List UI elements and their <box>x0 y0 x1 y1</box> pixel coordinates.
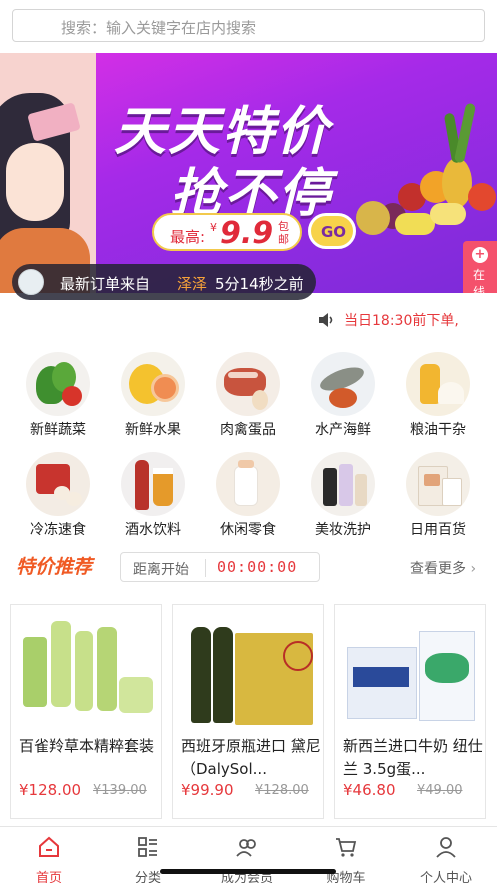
product-image <box>17 613 155 733</box>
product-name: 新西兰进口牛奶 纽仕兰 3.5g蛋... <box>343 737 483 778</box>
price-label: 最高: <box>170 228 206 246</box>
product-name: 西班牙原瓶进口 黛尼（DalySol... <box>181 737 321 778</box>
product-card[interactable]: 西班牙原瓶进口 黛尼（DalySol... ¥99.90 ¥128.00 <box>172 604 324 819</box>
category-label: 肉禽蛋品 <box>220 422 276 438</box>
category-seafood[interactable]: 水产海鲜 <box>298 352 388 439</box>
snacks-icon <box>216 452 280 516</box>
product-card[interactable]: 新西兰进口牛奶 纽仕兰 3.5g蛋... ¥46.80 ¥49.00 <box>334 604 486 819</box>
category-label: 水产海鲜 <box>315 422 371 438</box>
countdown-label: 距离开始 <box>133 562 189 578</box>
product-price: ¥99.90 <box>181 781 234 799</box>
category-grain-oil[interactable]: 粮油干杂 <box>393 352 483 439</box>
tab-label: 个人中心 <box>419 871 472 883</box>
category-icon <box>138 837 157 857</box>
search-bar: 搜索：输入关键字在店内搜索 <box>0 0 497 52</box>
category-daily-goods[interactable]: 日用百货 <box>393 452 483 539</box>
price-currency: ¥ <box>210 221 217 234</box>
plus-icon: + <box>472 247 488 263</box>
banner-illustration <box>0 53 96 293</box>
tab-profile[interactable]: 个人中心 <box>401 835 491 883</box>
daily-goods-icon <box>406 452 470 516</box>
category-label: 新鲜水果 <box>125 422 181 438</box>
frozen-food-icon <box>26 452 90 516</box>
category-label: 粮油干杂 <box>410 422 466 438</box>
tab-category[interactable]: 分类 <box>103 835 193 883</box>
banner-price-tag: 最高: ¥ 9.9 包邮 <box>152 213 302 251</box>
product-old-price: ¥128.00 <box>255 783 309 798</box>
meat-icon <box>216 352 280 416</box>
latest-order-user: 泽泽 <box>177 275 208 293</box>
price-unit: 包邮 <box>278 220 289 246</box>
fruit-icon <box>121 352 185 416</box>
beauty-icon <box>311 452 375 516</box>
product-price: ¥128.00 <box>19 781 82 799</box>
view-more-link[interactable]: 查看更多 › <box>410 558 476 578</box>
product-price: ¥46.80 <box>343 781 396 799</box>
category-label: 美妆洗护 <box>315 522 371 538</box>
divider <box>205 559 206 577</box>
search-placeholder: 搜索：输入关键字在店内搜索 <box>61 19 257 37</box>
chevron-right-icon: › <box>470 561 477 577</box>
speaker-icon <box>319 313 333 327</box>
online-consult-button[interactable]: + 在线咨询 <box>463 241 497 293</box>
home-indicator <box>160 869 336 874</box>
avatar <box>18 269 44 295</box>
go-button[interactable]: GO <box>308 213 356 249</box>
price-value: 9.9 <box>220 216 274 251</box>
tab-member[interactable]: 成为会员 <box>202 835 292 883</box>
promo-banner[interactable]: 天天特价 抢不停 最高: ¥ 9.9 包邮 GO + 在线咨询 <box>0 53 497 293</box>
category-drinks[interactable]: 酒水饮料 <box>108 452 198 539</box>
view-more-label: 查看更多 <box>410 561 466 577</box>
countdown: 距离开始 00:00:00 <box>120 552 320 582</box>
home-icon <box>39 836 59 857</box>
product-old-price: ¥49.00 <box>417 783 463 798</box>
category-label: 冷冻速食 <box>30 522 86 538</box>
tab-home[interactable]: 首页 <box>4 835 94 883</box>
product-image <box>179 613 317 733</box>
section-title: 特价推荐 <box>16 556 93 578</box>
category-vegetables[interactable]: 新鲜蔬菜 <box>13 352 103 439</box>
consult-label: 在线咨询 <box>473 268 486 293</box>
go-label: GO <box>321 223 347 241</box>
bottom-tab-bar: 首页 分类 成为会员 购物车 个人中心 <box>0 826 497 883</box>
vegetables-icon <box>26 352 90 416</box>
tab-cart[interactable]: 购物车 <box>301 835 391 883</box>
category-snacks[interactable]: 休闲零食 <box>203 452 293 539</box>
category-label: 新鲜蔬菜 <box>30 422 86 438</box>
countdown-value: 00:00:00 <box>217 558 298 576</box>
user-icon <box>436 837 456 858</box>
product-name: 百雀羚草本精粹套装 <box>19 737 155 755</box>
category-beauty[interactable]: 美妆洗护 <box>298 452 388 539</box>
product-old-price: ¥139.00 <box>93 783 147 798</box>
drinks-icon <box>121 452 185 516</box>
product-image <box>341 613 479 733</box>
seafood-icon <box>311 352 375 416</box>
latest-order-ticker: 最新订单来自 泽泽 5分14秒之前 <box>12 264 316 300</box>
grain-oil-icon <box>406 352 470 416</box>
search-input[interactable]: 搜索：输入关键字在店内搜索 <box>12 9 485 42</box>
category-fruit[interactable]: 新鲜水果 <box>108 352 198 439</box>
latest-order-prefix: 最新订单来自 <box>60 275 151 293</box>
cart-icon <box>336 838 357 857</box>
category-frozen-food[interactable]: 冷冻速食 <box>13 452 103 539</box>
category-label: 日用百货 <box>410 522 466 538</box>
product-card[interactable]: 百雀羚草本精粹套装 ¥128.00 ¥139.00 <box>10 604 162 819</box>
latest-order-time: 5分14秒之前 <box>215 275 304 293</box>
member-icon <box>236 839 256 857</box>
tab-label: 首页 <box>35 871 62 883</box>
category-label: 酒水饮料 <box>125 522 181 538</box>
category-meat[interactable]: 肉禽蛋品 <box>203 352 293 439</box>
category-label: 休闲零食 <box>220 522 276 538</box>
notice-text: 当日18:30前下单, <box>344 313 459 329</box>
